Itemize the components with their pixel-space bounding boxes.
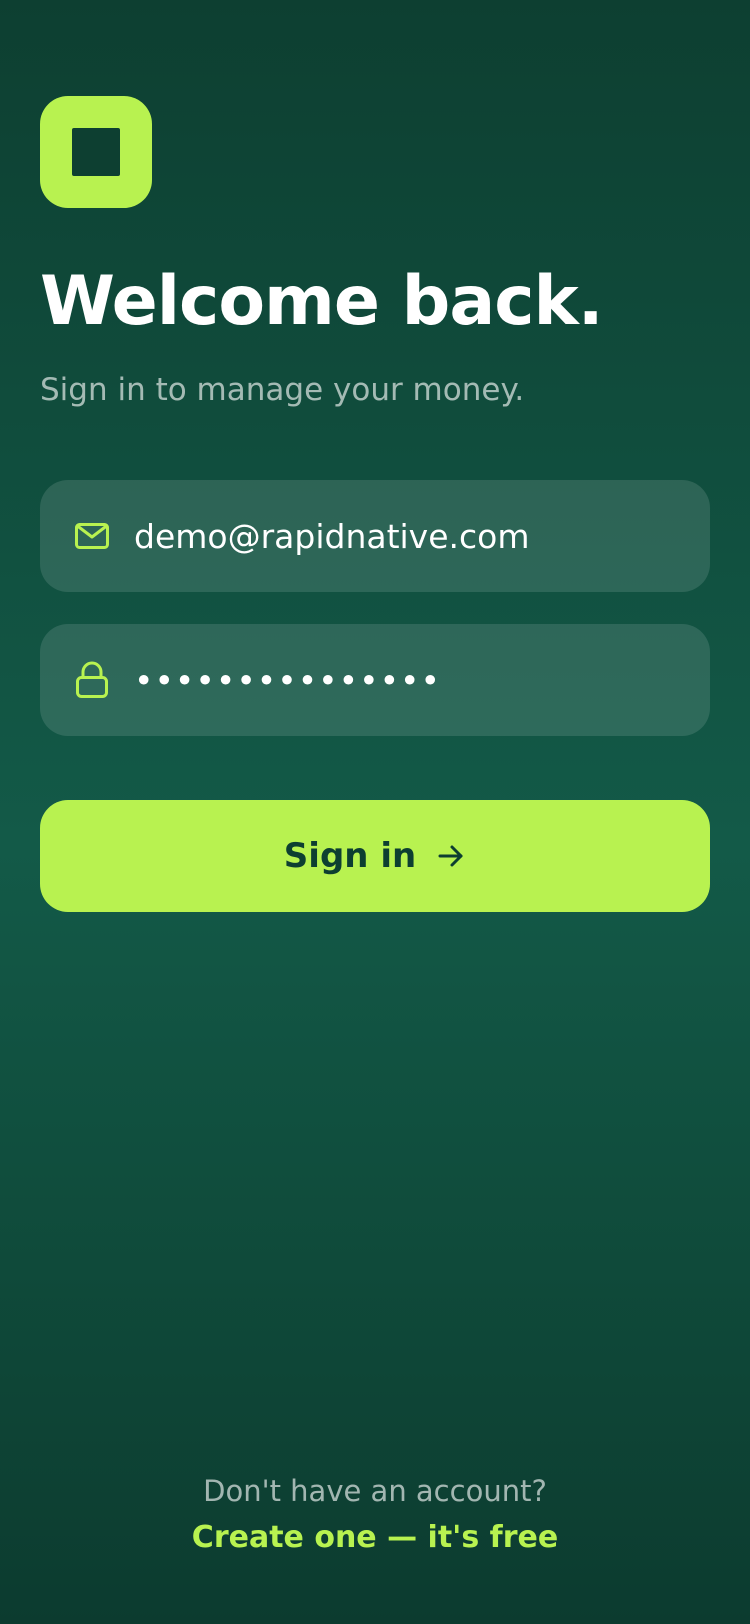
login-screen: Welcome back. Sign in to manage your mon… bbox=[0, 0, 750, 1624]
email-input[interactable] bbox=[134, 516, 676, 556]
arrow-right-icon bbox=[436, 841, 466, 871]
password-input[interactable] bbox=[134, 660, 676, 700]
sign-in-label: Sign in bbox=[283, 836, 417, 876]
page-title: Welcome back. bbox=[40, 262, 604, 341]
email-field[interactable] bbox=[40, 480, 710, 592]
mail-icon bbox=[74, 518, 110, 554]
password-field[interactable] bbox=[40, 624, 710, 736]
sign-in-button[interactable]: Sign in bbox=[40, 800, 710, 912]
logo-square-icon bbox=[72, 128, 120, 176]
lock-icon bbox=[74, 661, 110, 698]
signup-prompt: Don't have an account? bbox=[203, 1474, 547, 1508]
app-logo bbox=[40, 96, 152, 208]
create-account-link[interactable]: Create one — it's free bbox=[0, 1520, 750, 1555]
page-subtitle: Sign in to manage your money. bbox=[40, 372, 525, 408]
